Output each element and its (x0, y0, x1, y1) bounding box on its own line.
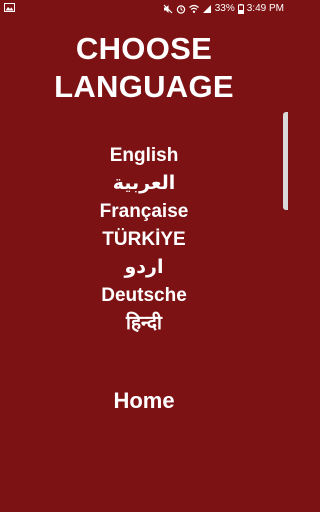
gallery-notification-icon (4, 3, 15, 12)
language-option-turkish[interactable]: TÜRKİYE (0, 226, 288, 254)
status-icons: 33% 3:49 PM (163, 2, 284, 16)
page-title-text: CHOOSE LANGUAGE (54, 31, 234, 104)
screen: 33% 3:49 PM CHOOSE LANGUAGE English العر… (0, 0, 288, 512)
language-option-urdu[interactable]: اردو (0, 254, 288, 282)
clock: 3:49 PM (246, 3, 284, 14)
language-option-hindi[interactable]: हिन्दी (0, 310, 288, 338)
mute-icon (163, 4, 173, 14)
battery-percent: 33% (214, 3, 235, 14)
battery-icon (237, 4, 244, 14)
wifi-icon (188, 4, 199, 13)
alarm-icon (176, 5, 185, 14)
language-option-arabic[interactable]: العربية (0, 170, 288, 198)
home-button[interactable]: Home (0, 386, 288, 416)
language-option-german[interactable]: Deutsche (0, 282, 288, 310)
language-list: English العربية Française TÜRKİYE اردو D… (0, 142, 288, 338)
status-bar: 33% 3:49 PM (0, 0, 288, 18)
edge-panel-handle[interactable] (283, 112, 288, 210)
signal-icon (202, 5, 211, 13)
language-option-french[interactable]: Française (0, 198, 288, 226)
language-option-english[interactable]: English (0, 142, 288, 170)
page-title: CHOOSE LANGUAGE (0, 30, 288, 106)
